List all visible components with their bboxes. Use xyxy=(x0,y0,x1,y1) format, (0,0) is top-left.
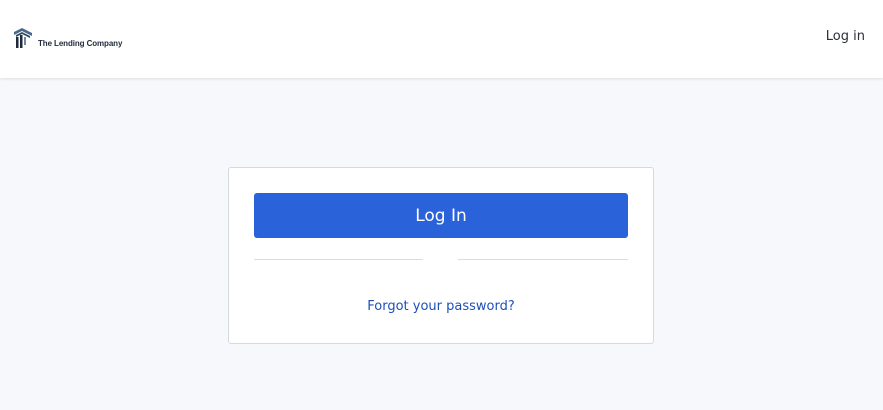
login-card: Log In Forgot your password? xyxy=(228,167,654,344)
logo-text: The Lending Company xyxy=(38,38,123,48)
company-logo[interactable]: The Lending Company xyxy=(12,26,122,50)
divider-left xyxy=(254,259,423,260)
login-button[interactable]: Log In xyxy=(254,193,628,238)
top-header: The Lending Company Log in xyxy=(0,0,883,78)
header-login-link[interactable]: Log in xyxy=(826,29,865,44)
forgot-password-link[interactable]: Forgot your password? xyxy=(229,299,653,314)
divider-right xyxy=(458,259,628,260)
house-logo-icon xyxy=(14,28,32,48)
